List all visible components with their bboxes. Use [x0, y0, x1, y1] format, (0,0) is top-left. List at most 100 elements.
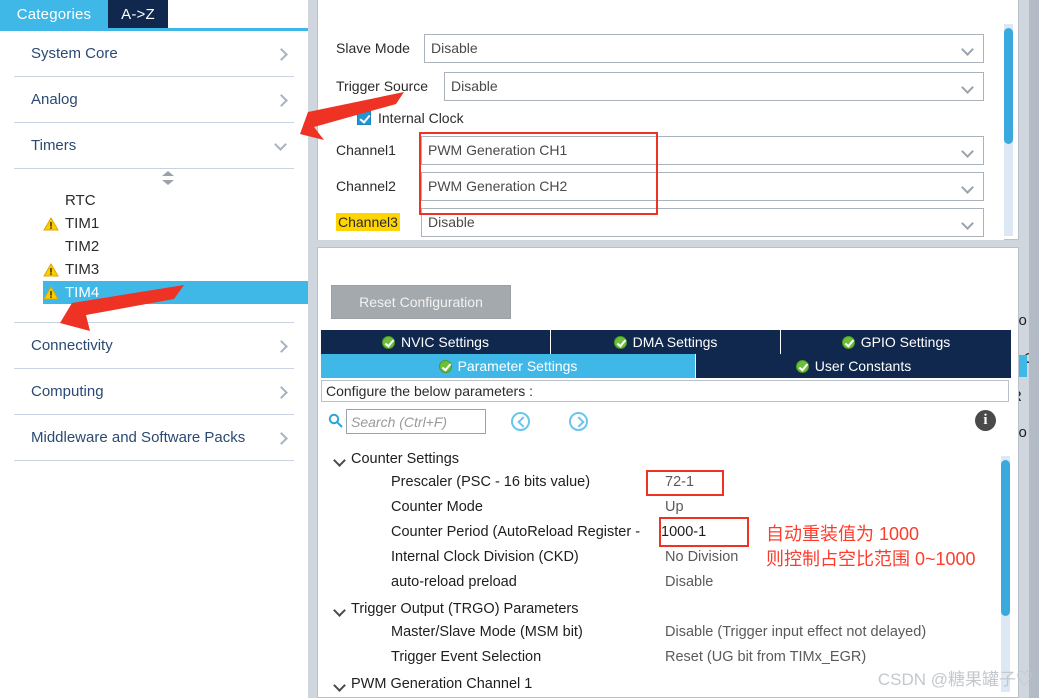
search-next-button[interactable] [569, 412, 588, 431]
param-label: Counter Period (AutoReload Register - [391, 524, 641, 540]
channel3-select[interactable]: Disable [421, 207, 984, 237]
mode-scrollbar-thumb[interactable] [1004, 28, 1013, 144]
parameter-search-row: Search (Ctrl+F) i [321, 406, 1009, 438]
category-label: Computing [31, 383, 104, 400]
channel1-value: PWM Generation CH1 [428, 142, 568, 158]
tab-a-to-z[interactable]: A->Z [108, 0, 168, 28]
tab-parameter-settings[interactable]: Parameter Settings [321, 354, 696, 378]
param-value[interactable]: No Division [665, 549, 738, 565]
configuration-tabs-row-1: NVIC Settings DMA Settings GPIO Settings [321, 330, 1011, 354]
channel3-label: Channel3 [336, 213, 400, 231]
chevron-right-icon [274, 338, 290, 354]
channel1-select[interactable]: PWM Generation CH1 [421, 135, 984, 165]
spinner-icon [160, 171, 176, 185]
category-timers[interactable]: Timers [14, 123, 294, 169]
tab-user-constants[interactable]: User Constants [696, 354, 1011, 378]
cubemx-window: Categories A->Z System Core Analog Timer… [0, 0, 1039, 698]
slave-mode-select[interactable]: Disable [424, 33, 984, 63]
timer-item-rtc[interactable]: RTC [14, 189, 322, 212]
category-computing[interactable]: Computing [14, 369, 294, 415]
channel1-label: Channel1 [336, 142, 396, 158]
search-icon [328, 413, 343, 428]
slave-mode-row: Slave Mode Disable [318, 32, 1004, 64]
annotation-text-line-2: 则控制占空比范围 0~1000 [766, 549, 976, 569]
check-circle-icon [795, 359, 809, 373]
warning-icon [43, 262, 59, 277]
annotation-arrow-tim4 [60, 285, 184, 331]
param-value[interactable]: Up [665, 499, 684, 515]
mode-scrollbar-track[interactable] [1004, 24, 1013, 236]
category-system-core[interactable]: System Core [14, 31, 294, 77]
configure-parameters-text: Configure the below parameters : [326, 383, 533, 399]
trigger-source-value: Disable [451, 78, 498, 94]
check-circle-icon [841, 335, 855, 349]
param-label: Internal Clock Division (CKD) [391, 549, 579, 565]
timer-label: TIM1 [65, 215, 100, 232]
param-value[interactable]: 1000-1 [661, 524, 706, 540]
chevron-down-icon [963, 219, 974, 226]
category-list: System Core Analog Timers RTC TIM1 TIM2 … [0, 31, 308, 698]
param-label: Master/Slave Mode (MSM bit) [391, 624, 583, 640]
tab-label: DMA Settings [632, 334, 718, 350]
param-row-master-slave-mode[interactable]: Master/Slave Mode (MSM bit) Disable (Tri… [321, 621, 1009, 646]
chevron-right-icon [274, 92, 290, 108]
channel2-select[interactable]: PWM Generation CH2 [421, 171, 984, 201]
chevron-right-icon [274, 384, 290, 400]
timer-item-tim2[interactable]: TIM2 [14, 235, 322, 258]
chevron-down-icon [963, 147, 974, 154]
tab-categories[interactable]: Categories [0, 0, 108, 28]
tab-nvic-settings[interactable]: NVIC Settings [321, 330, 551, 354]
tab-label: NVIC Settings [401, 334, 489, 350]
parameter-scrollbar-track[interactable] [1001, 456, 1010, 692]
warning-icon [43, 216, 59, 231]
reset-configuration-label: Reset Configuration [359, 294, 483, 310]
info-icon[interactable]: i [975, 410, 996, 431]
timer-list-spinner[interactable] [14, 169, 294, 187]
category-label: Timers [31, 137, 77, 154]
category-label: System Core [31, 45, 118, 62]
category-label: Connectivity [31, 337, 113, 354]
chevron-right-icon [274, 46, 290, 62]
reset-configuration-button[interactable]: Reset Configuration [331, 285, 511, 319]
channel2-value: PWM Generation CH2 [428, 178, 568, 194]
configure-parameters-note: Configure the below parameters : [321, 380, 1009, 402]
check-circle-icon [438, 359, 452, 373]
channel1-row: Channel1 PWM Generation CH1 [318, 134, 1004, 166]
category-middleware[interactable]: Middleware and Software Packs [14, 415, 294, 461]
param-value[interactable]: Disable [665, 574, 713, 590]
group-counter-settings[interactable]: Counter Settings [321, 446, 1009, 471]
configuration-panel: Reset Configuration NVIC Settings DMA Se… [317, 247, 1019, 698]
trigger-source-select[interactable]: Disable [444, 71, 984, 101]
timer-item-tim1[interactable]: TIM1 [14, 212, 322, 235]
tab-dma-settings[interactable]: DMA Settings [551, 330, 781, 354]
watermark: CSDN @糖果罐子♡ [877, 670, 1033, 689]
tab-label: User Constants [814, 358, 912, 374]
left-tabbar: Categories A->Z [0, 0, 308, 28]
param-value[interactable]: Disable (Trigger input effect not delaye… [665, 624, 926, 640]
group-trigger-output[interactable]: Trigger Output (TRGO) Parameters [321, 596, 1009, 621]
param-value[interactable]: Reset (UG bit from TIMx_EGR) [665, 649, 866, 665]
tab-gpio-settings[interactable]: GPIO Settings [781, 330, 1011, 354]
param-row-auto-reload-preload[interactable]: auto-reload preload Disable [321, 571, 1009, 596]
tab-label: Parameter Settings [457, 358, 578, 374]
parameter-scrollbar-thumb[interactable] [1001, 460, 1010, 616]
param-row-counter-mode[interactable]: Counter Mode Up [321, 496, 1009, 521]
warning-icon [43, 285, 59, 300]
search-previous-button[interactable] [511, 412, 530, 431]
search-input[interactable]: Search (Ctrl+F) [346, 409, 486, 434]
param-row-prescaler[interactable]: Prescaler (PSC - 16 bits value) 72-1 [321, 471, 1009, 496]
channel2-label: Channel2 [336, 178, 396, 194]
param-label: Counter Mode [391, 499, 483, 515]
timer-item-tim3[interactable]: TIM3 [14, 258, 322, 281]
chevron-right-icon [274, 430, 290, 446]
timer-label: RTC [65, 192, 96, 209]
chevron-down-icon [274, 138, 290, 154]
category-label: Middleware and Software Packs [31, 429, 246, 446]
param-label: Prescaler (PSC - 16 bits value) [391, 474, 591, 490]
annotation-text-line-1: 自动重装值为 1000 [766, 524, 920, 544]
chevron-down-icon [963, 45, 974, 52]
param-value[interactable]: 72-1 [665, 474, 694, 490]
channel2-row: Channel2 PWM Generation CH2 [318, 170, 1004, 202]
category-analog[interactable]: Analog [14, 77, 294, 123]
param-label: auto-reload preload [391, 574, 517, 590]
